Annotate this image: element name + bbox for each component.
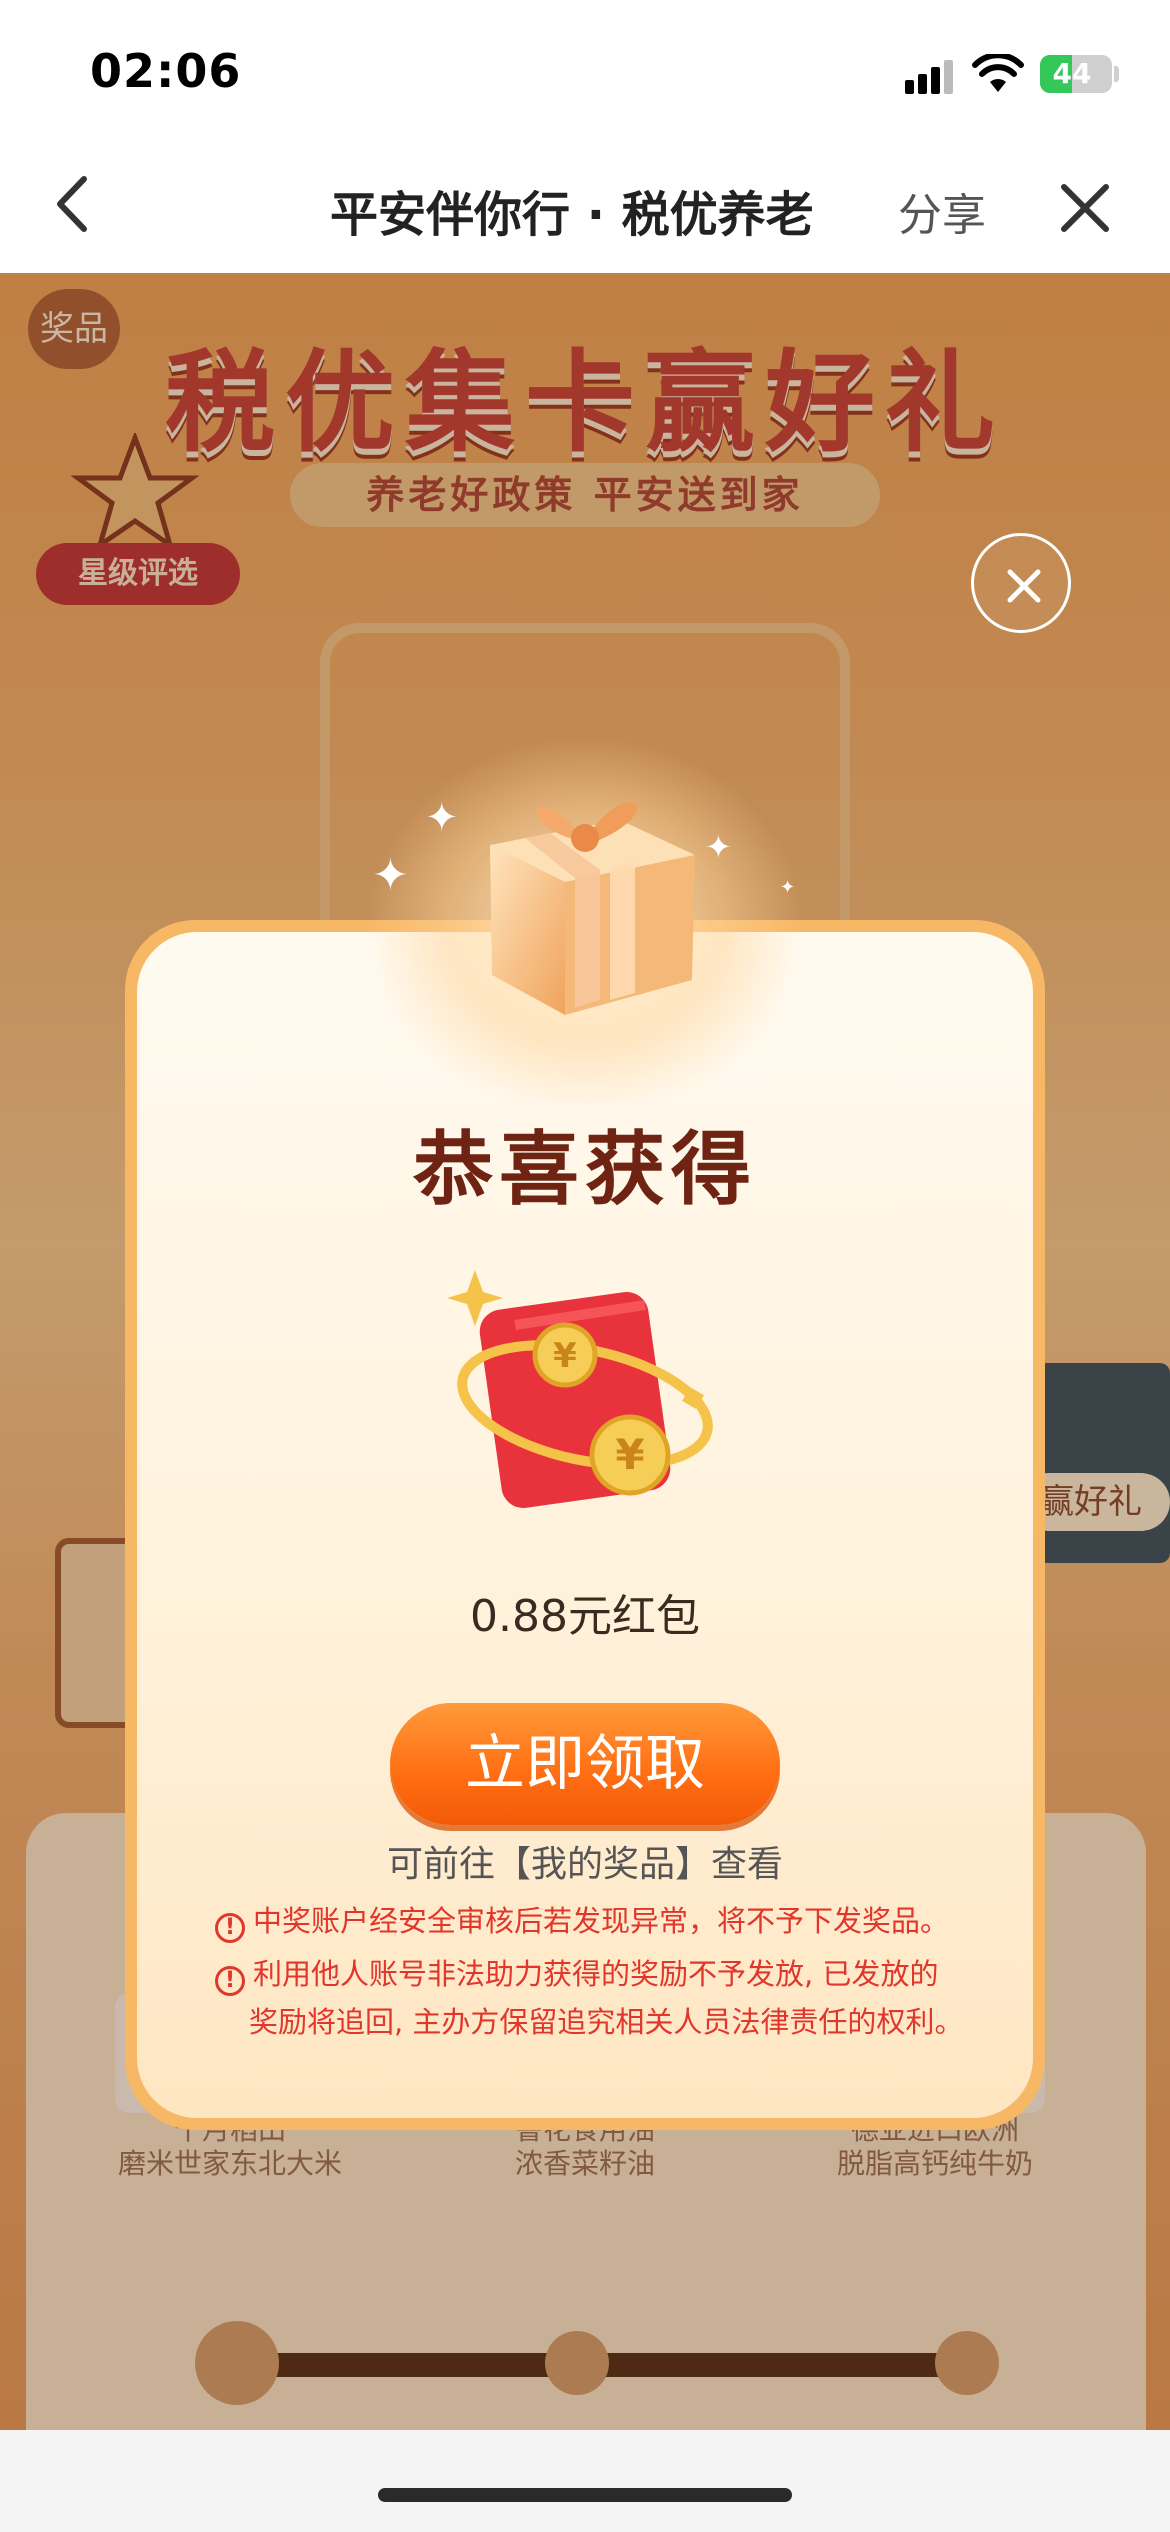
warning-icon: ! bbox=[215, 1966, 245, 1996]
home-indicator[interactable] bbox=[378, 2488, 792, 2502]
close-icon bbox=[1007, 569, 1041, 603]
close-icon[interactable] bbox=[1052, 175, 1118, 241]
battery-icon: 44 bbox=[1040, 55, 1112, 93]
bottom-bar bbox=[0, 2430, 1170, 2532]
gift-box-icon bbox=[490, 802, 695, 1015]
svg-text:¥: ¥ bbox=[553, 1336, 577, 1376]
prize-amount: 0.88元红包 bbox=[470, 1591, 700, 1642]
sparkle-icon: ✦ bbox=[425, 795, 459, 841]
sparkle-icon: ✦ bbox=[372, 850, 409, 901]
warning-notice: ! 利用他人账号非法助力获得的奖励不予发放, 已发放的 奖励将追回, 主办方保留追… bbox=[215, 1950, 995, 2046]
svg-text:¥: ¥ bbox=[615, 1430, 644, 1479]
wifi-icon bbox=[972, 54, 1024, 92]
page-title: 平安伴你行 · 税优养老 bbox=[330, 187, 814, 243]
cellular-signal-icon bbox=[905, 58, 957, 94]
battery-level: 44 bbox=[1052, 57, 1092, 90]
modal-title: 恭喜获得 bbox=[413, 1123, 757, 1216]
warning-text: 中奖账户经安全审核后若发现异常，将不予下发奖品。 bbox=[253, 1904, 950, 1938]
status-bar: 02:06 44 bbox=[0, 0, 1170, 145]
nav-bar: 平安伴你行 · 税优养老 分享 bbox=[0, 145, 1170, 273]
red-envelope-icon: ¥ ¥ bbox=[447, 1270, 713, 1509]
status-time: 02:06 bbox=[90, 44, 242, 98]
back-arrow-icon[interactable] bbox=[40, 169, 110, 239]
warning-notice: ! 中奖账户经安全审核后若发现异常，将不予下发奖品。 bbox=[215, 1897, 995, 1945]
sparkle-icon: ✦ bbox=[780, 877, 796, 898]
claim-button[interactable]: 立即领取 bbox=[390, 1703, 780, 1825]
my-prizes-hint: 可前往【我的奖品】查看 bbox=[386, 1844, 783, 1885]
warning-text: 奖励将追回, 主办方保留追究相关人员法律责任的权利。 bbox=[249, 2005, 964, 2039]
modal-close-button[interactable] bbox=[971, 533, 1071, 633]
warning-icon: ! bbox=[215, 1913, 245, 1943]
warning-text: 利用他人账号非法助力获得的奖励不予发放, 已发放的 bbox=[253, 1957, 939, 1991]
share-button[interactable]: 分享 bbox=[898, 179, 986, 243]
